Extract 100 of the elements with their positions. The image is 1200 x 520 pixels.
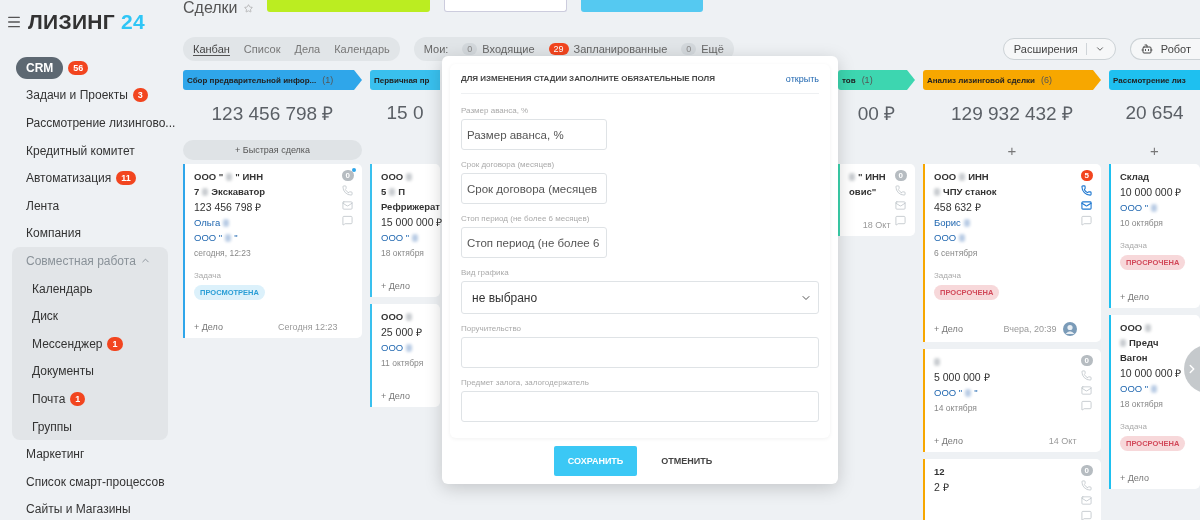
card-date: 11 октября [381, 357, 424, 368]
contact-link[interactable]: ООО [381, 342, 404, 353]
card-title: ООО [934, 171, 957, 182]
chat-icon[interactable] [342, 215, 354, 226]
card-title: ЧПУ станок [943, 186, 997, 197]
stage-header[interactable]: Сбор предварительной инфор... (1) [183, 70, 362, 90]
view-tab[interactable]: Дела [294, 42, 321, 56]
sidebar-item[interactable]: Лента [26, 198, 60, 213]
card-time: 18 Окт [862, 220, 891, 230]
count-badge: 1 [107, 336, 123, 351]
stage-header[interactable]: Рассмотрение лиз [1109, 70, 1200, 90]
add-activity-link[interactable]: + Дело [934, 324, 963, 334]
contact-link[interactable]: ООО " [1120, 202, 1149, 213]
add-activity-link[interactable]: + Дело [1120, 473, 1149, 483]
stage-header[interactable]: Первичная пр [370, 70, 440, 90]
activity-counter: 0 [1080, 465, 1093, 476]
card-amount: 2 ₽ [934, 480, 949, 494]
contact-link[interactable]: ООО [934, 232, 957, 243]
add-deal-button[interactable]: + [1146, 141, 1163, 159]
sidebar-item[interactable]: Список смарт-процессов [26, 474, 165, 489]
contact-link[interactable]: ООО " [934, 387, 963, 398]
card-title: П [398, 186, 406, 197]
add-button[interactable] [266, 0, 430, 12]
input-field[interactable] [461, 391, 819, 422]
star-icon[interactable] [243, 3, 253, 13]
deal-card[interactable]: 5 000 000 ₽ ООО " " 14 октября + Дело 14 Окт 0 [923, 349, 1101, 452]
redacted-mark [965, 388, 972, 397]
sidebar-item[interactable]: Сайты и Магазины [26, 502, 131, 517]
add-activity-link[interactable]: + Дело [1120, 292, 1149, 302]
input-field[interactable]: Размер аванса, % [461, 119, 607, 150]
count-badge: 1 [70, 391, 86, 406]
stage-header[interactable]: Анализ лизинговой сделки (6) [923, 70, 1101, 90]
extensions-button[interactable]: Расширения [1002, 38, 1116, 60]
card-title: " ИНН [235, 171, 263, 182]
card-amount: 458 632 ₽ [934, 200, 981, 214]
card-title: " ИНН [858, 171, 886, 182]
chat-icon[interactable] [1081, 510, 1093, 520]
sidebar-item[interactable]: Почта [32, 391, 66, 406]
add-activity-link[interactable]: + Дело [934, 436, 963, 446]
add-activity-link[interactable]: + Дело [194, 322, 223, 332]
input-field[interactable] [461, 337, 819, 368]
card-title: Экскаватор [211, 186, 266, 197]
add-activity-link[interactable]: + Дело [381, 281, 410, 291]
deal-card[interactable]: ООО 5 П Рефрижерат 15 000 000 ₽ ООО " 18 октября + Дело [370, 164, 440, 297]
sidebar-item[interactable]: CRM [16, 56, 64, 79]
chat-icon[interactable] [895, 215, 907, 226]
deal-card[interactable]: 12 2 ₽ 0 [923, 459, 1101, 520]
contact-link[interactable]: " [974, 387, 978, 398]
sidebar-item[interactable]: Группы [32, 419, 72, 434]
toolbar-button[interactable] [443, 0, 567, 12]
input-field[interactable]: Срок договора (месяцев [461, 173, 607, 204]
view-tab[interactable]: Список [243, 42, 281, 56]
contact-link[interactable]: Борис [934, 217, 961, 228]
sidebar-item[interactable]: Календарь [32, 281, 93, 296]
chat-icon[interactable] [1081, 400, 1093, 411]
add-activity-link[interactable]: + Дело [381, 391, 410, 401]
sidebar-item[interactable]: Документы [32, 364, 94, 379]
sidebar-item[interactable]: Автоматизация [26, 171, 112, 186]
quick-deal-button[interactable]: + Быстрая сделка [183, 140, 362, 160]
redacted-mark [225, 233, 232, 242]
sidebar-item[interactable]: Диск [32, 309, 59, 324]
card-date: 6 сентября [934, 247, 978, 258]
contact-link[interactable]: ООО " [1120, 383, 1149, 394]
dialog-title: ДЛЯ ИЗМЕНЕНИЯ СТАДИИ ЗАПОЛНИТЕ ОБЯЗАТЕЛЬНЫЕ ПОЛЯ [461, 74, 715, 83]
field-label: Стоп период (не более 6 месяцев) [461, 214, 591, 223]
stage-sum: 15 0 [385, 101, 425, 125]
open-link[interactable]: открыть [785, 73, 819, 84]
sidebar-item[interactable]: Компания [26, 226, 81, 241]
contact-link[interactable]: " [234, 232, 238, 243]
stage-header[interactable]: тов (1) [838, 70, 915, 90]
sidebar-item[interactable]: Задачи и Проекты [26, 88, 128, 103]
add-deal-button[interactable]: + [1003, 141, 1021, 159]
stage-sum: 20 654 [1124, 101, 1185, 125]
counter-filter[interactable]: Входящие [482, 43, 535, 55]
stage-title: Сбор предварительной инфор... [187, 75, 317, 85]
card-title: ИНН [968, 171, 989, 182]
counter-filter[interactable]: Запланированные [573, 43, 668, 55]
sidebar-item[interactable]: Маркетинг [26, 447, 85, 462]
view-tab[interactable]: Канбан [193, 42, 230, 56]
view-tab[interactable]: Календарь [334, 42, 390, 56]
sidebar-item[interactable]: Кредитный комитет [26, 143, 135, 158]
schedule-select[interactable]: не выбрано [461, 281, 819, 314]
sidebar-item[interactable]: Рассмотрение лизингово... [26, 116, 176, 130]
cancel-button[interactable]: ОТМЕНИТЬ [647, 446, 727, 476]
phone-icon[interactable] [1081, 185, 1093, 196]
contact-link[interactable]: ООО " [194, 232, 223, 243]
contact-link[interactable]: Ольга [194, 217, 221, 228]
deal-card[interactable]: " ИНН овис" 18 Окт 0 [838, 164, 915, 236]
mail-icon[interactable] [1081, 200, 1093, 211]
activity-counter: 0 [1080, 355, 1093, 366]
counter-filter[interactable]: Ещё [701, 43, 724, 55]
stage-title: тов [842, 75, 856, 85]
field-label: Предмет залога, залогодержатель [461, 378, 590, 387]
toolbar-button[interactable] [580, 0, 703, 12]
menu-icon[interactable] [6, 14, 22, 30]
deal-card[interactable]: ООО 25 000 ₽ ООО 11 октября + Дело [370, 304, 440, 407]
input-field[interactable]: Стоп период (не более 6 [461, 227, 607, 258]
robots-button[interactable]: Робот [1129, 38, 1200, 60]
contact-link[interactable]: ООО " [381, 232, 410, 243]
sidebar-item[interactable]: Мессенджер [32, 336, 103, 351]
